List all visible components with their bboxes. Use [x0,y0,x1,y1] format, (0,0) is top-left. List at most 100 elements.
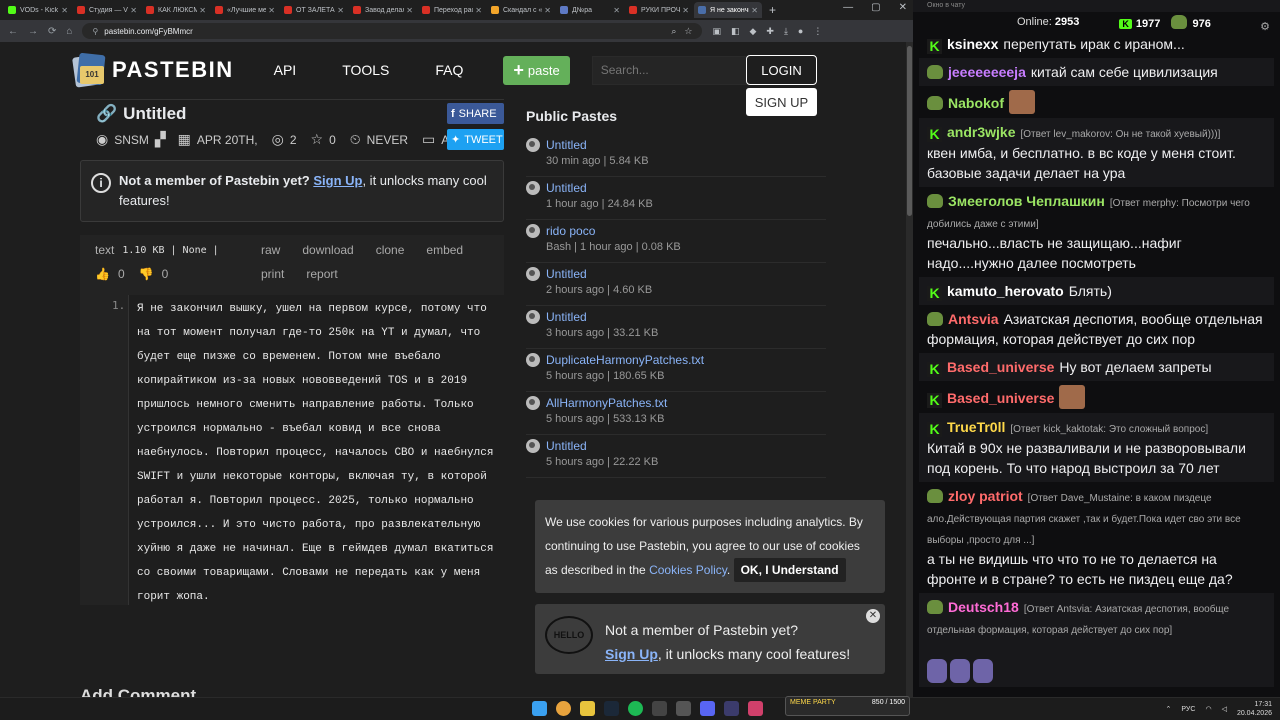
reload-icon[interactable]: ⟳ [48,26,56,37]
public-paste-link[interactable]: Untitled [546,137,649,153]
language-indicator[interactable]: РУС [1181,706,1195,713]
close-icon[interactable]: ✕ [866,609,880,623]
new-paste-button[interactable]: + paste [503,55,570,85]
close-tab-icon[interactable]: ✕ [751,6,758,15]
discord-icon[interactable] [700,701,715,716]
nav-tools[interactable]: TOOLS [342,62,389,78]
minimize-icon[interactable]: — [843,2,853,13]
browser-tab[interactable]: «Лучшие мем✕ [211,2,279,18]
star-icon[interactable]: ☆ [684,26,692,37]
clock[interactable]: 17:31 20.04.2026 [1237,700,1272,718]
chat-username[interactable]: ksinexx [947,36,998,52]
public-paste-link[interactable]: Untitled [546,180,653,196]
nav-faq[interactable]: FAQ [435,62,463,78]
chat-username[interactable]: Based_universe [947,390,1054,406]
close-tab-icon[interactable]: ✕ [544,6,551,15]
print-link[interactable]: print [261,267,284,281]
spotify-icon[interactable] [628,701,643,716]
chat-username[interactable]: kamuto_herovato [947,283,1064,299]
page-scrollbar[interactable] [906,42,913,697]
cookie-ok-button[interactable]: OK, I Understand [733,558,846,582]
forward-icon[interactable]: → [28,26,38,37]
download-icon[interactable]: ⤓ [784,26,788,37]
obs-icon[interactable] [652,701,667,716]
paste-content[interactable]: Я не закончил вышку, ушел на первом курс… [128,295,504,605]
popup-signup-link[interactable]: Sign Up [605,646,658,662]
chat-username[interactable]: Nabokof [948,95,1004,111]
close-tab-icon[interactable]: ✕ [613,6,620,15]
close-window-icon[interactable]: ✕ [899,2,907,13]
public-paste-link[interactable]: Untitled [546,309,658,325]
browser-tab[interactable]: Д№ра ✕ [556,2,624,18]
folder-icon[interactable] [580,701,595,716]
public-paste-link[interactable]: Untitled [546,266,652,282]
close-tab-icon[interactable]: ✕ [406,6,413,15]
app-icon[interactable] [676,701,691,716]
facebook-share-button[interactable]: f SHARE [447,103,504,124]
download-link[interactable]: download [302,243,353,257]
browser-tab[interactable]: Переход рас ✕ [418,2,486,18]
home-icon[interactable]: ⌂ [66,26,72,37]
extension-icon[interactable]: ▣ [712,26,721,37]
chat-username[interactable]: Based_universe [947,359,1054,375]
puzzle-icon[interactable]: ✚ [766,26,774,37]
volume-icon[interactable]: ◁ [1222,705,1227,713]
logo-text[interactable]: PASTEBIN [112,57,234,83]
extension-icon[interactable]: ◆ [749,26,756,37]
public-paste-link[interactable]: Untitled [546,438,658,454]
close-tab-icon[interactable]: ✕ [337,6,344,15]
menu-icon[interactable]: ⋮ [813,26,822,37]
raw-link[interactable]: raw [261,243,280,257]
pastebin-logo-icon[interactable]: 101 [72,52,106,88]
extension-icon[interactable]: ◧ [731,26,740,37]
wifi-icon[interactable]: ◠ [1205,705,1211,713]
chat-username[interactable]: Antsvia [948,311,999,327]
close-tab-icon[interactable]: ✕ [130,6,137,15]
chrome-icon[interactable] [556,701,571,716]
chat-username[interactable]: TrueTr0ll [947,419,1005,435]
maximize-icon[interactable]: ▢ [871,2,880,13]
new-tab-icon[interactable]: + [769,3,776,17]
clone-link[interactable]: clone [376,243,405,257]
public-paste-link[interactable]: AllHarmonyPatches.txt [546,395,667,411]
signup-button[interactable]: SIGN UP [746,88,817,116]
public-paste-link[interactable]: rido poco [546,223,681,239]
profile-icon[interactable]: ● [798,26,803,36]
start-icon[interactable] [532,701,547,716]
chat-username[interactable]: Змееголов Чеплашкин [948,193,1105,209]
browser-tab[interactable]: Студия — Vi ✕ [73,2,141,18]
chat-username[interactable]: jeeeeeeeeja [948,64,1026,80]
syntax-label[interactable]: text [95,243,114,257]
back-icon[interactable]: ← [8,26,18,37]
app-icon[interactable] [748,701,763,716]
search-icon[interactable]: ⌕ [671,26,676,37]
browser-tab[interactable]: РУКИ ПРОЧ ✕ [625,2,693,18]
dislike-icon[interactable]: 👎 [139,267,154,281]
browser-tab[interactable]: VODs - Kick ✕ [4,2,72,18]
steam-icon[interactable] [604,701,619,716]
close-tab-icon[interactable]: ✕ [199,6,206,15]
browser-tab[interactable]: ОТ ЗАЛЕТА ✕ [280,2,348,18]
browser-tab[interactable]: Скандал с «✕ [487,2,555,18]
chat-username[interactable]: zloy patriot [948,488,1023,504]
url-field[interactable]: ⚲ pastebin.com/gFyBMmcr ⌕ ☆ [82,23,703,39]
embed-link[interactable]: embed [426,243,463,257]
close-tab-icon[interactable]: ✕ [268,6,275,15]
app-icon[interactable] [724,701,739,716]
nav-api[interactable]: API [274,62,297,78]
chat-username[interactable]: Deutsch18 [948,599,1019,615]
signup-link[interactable]: Sign Up [313,173,362,188]
search-input[interactable] [600,63,756,77]
browser-tab[interactable]: КАК ЛЮКСМ ✕ [142,2,210,18]
public-paste-link[interactable]: DuplicateHarmonyPatches.txt [546,352,704,368]
twitter-share-button[interactable]: ✦ TWEET [447,129,504,150]
like-icon[interactable]: 👍 [95,267,110,281]
star-icon[interactable]: ☆ [311,131,324,148]
report-link[interactable]: report [306,267,337,281]
close-tab-icon[interactable]: ✕ [475,6,482,15]
tray-arrow-icon[interactable]: ⌃ [1166,705,1172,713]
site-info-icon[interactable]: ⚲ [92,27,98,36]
browser-tab[interactable]: Завод делал ✕ [349,2,417,18]
cookies-policy-link[interactable]: Cookies Policy [649,563,727,577]
close-tab-icon[interactable]: ✕ [61,6,68,15]
